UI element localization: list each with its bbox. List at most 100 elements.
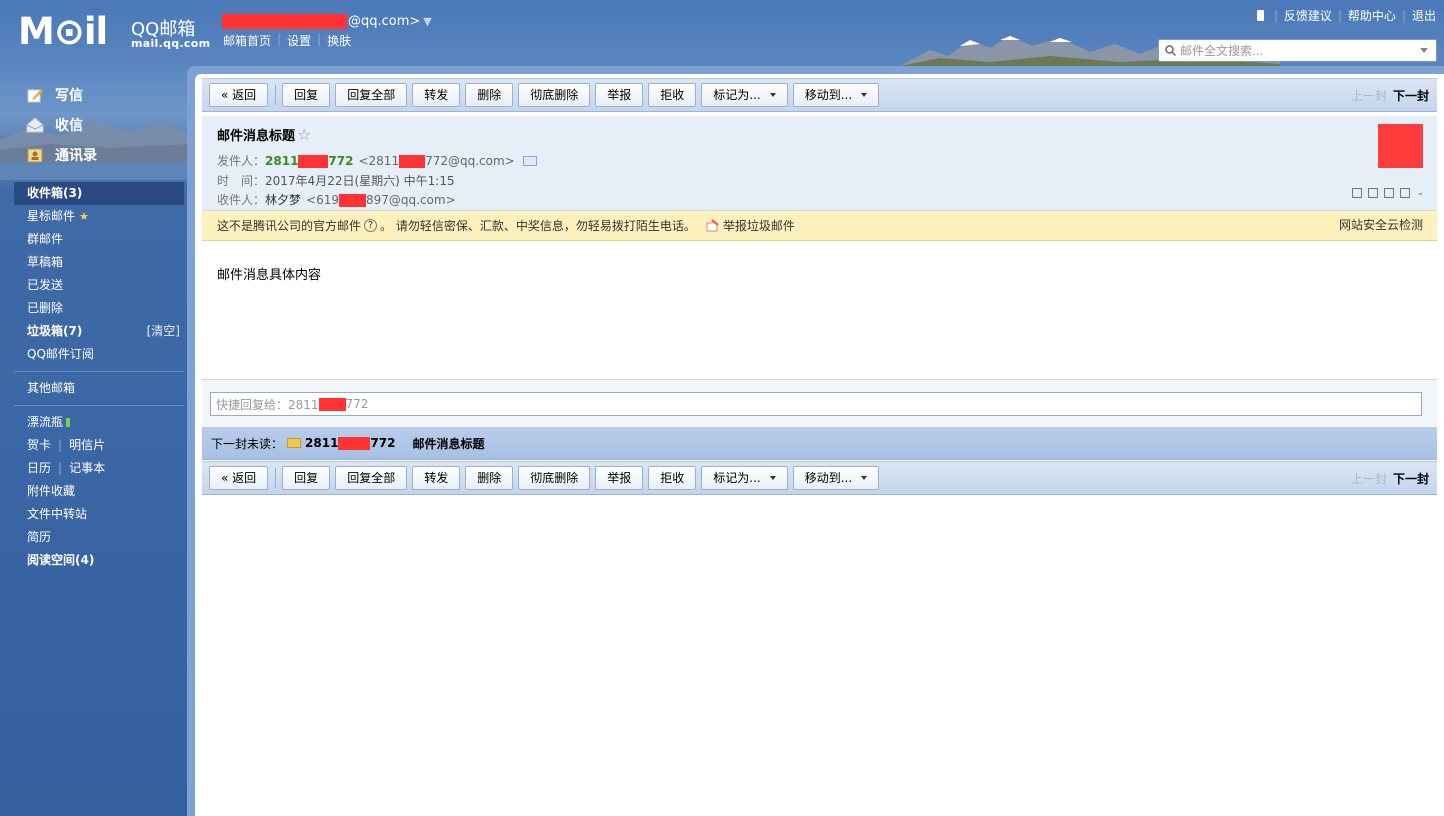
folder-label: 群邮件 xyxy=(27,232,64,246)
sidebar-item-reading-space[interactable]: 阅读空间(4) xyxy=(14,549,184,572)
report-button[interactable]: 举报 xyxy=(595,466,644,490)
folder-label: QQ邮件订阅 xyxy=(27,347,94,361)
sidebar-item-resume[interactable]: 简历 xyxy=(14,526,184,549)
chevron-down-icon[interactable]: ⌄ xyxy=(1416,188,1424,198)
sidebar-item-attachments[interactable]: 附件收藏 xyxy=(14,480,184,503)
mark-as-label: 标记为... xyxy=(713,471,761,485)
account-suffix: @qq.com> xyxy=(348,14,421,29)
search-box[interactable]: 邮件全文搜索... xyxy=(1158,39,1437,62)
forward-button[interactable]: 转发 xyxy=(412,83,461,107)
recipient-address-part: 897@qq.com> xyxy=(366,192,456,207)
divider: | xyxy=(317,32,322,46)
delete-button[interactable]: 删除 xyxy=(465,466,514,490)
folder-label: 漂流瓶 xyxy=(27,415,64,429)
prev-mail-link[interactable]: 上一封 xyxy=(1351,87,1387,104)
popup-icon[interactable] xyxy=(1368,188,1379,198)
move-to-dropdown[interactable]: 移动到... xyxy=(792,466,880,490)
help-question-icon[interactable]: ? xyxy=(364,219,378,232)
sidebar-item-drafts[interactable]: 草稿箱 xyxy=(14,251,184,274)
sidebar-item-sent[interactable]: 已发送 xyxy=(14,274,184,297)
sidebar-item-deleted[interactable]: 已删除 xyxy=(14,297,184,320)
forward-button[interactable]: 转发 xyxy=(412,466,461,490)
sidebar-item-group[interactable]: 群邮件 xyxy=(14,228,184,251)
sender-name[interactable]: 2811 772 xyxy=(265,154,353,168)
sender-address: <2811 772@qq.com> xyxy=(358,154,515,168)
mark-as-dropdown[interactable]: 标记为... xyxy=(701,466,788,490)
greeting-card-link[interactable]: 贺卡 xyxy=(27,438,51,452)
delete-button[interactable]: 删除 xyxy=(465,83,514,107)
mark-as-dropdown[interactable]: 标记为... xyxy=(701,83,788,107)
account-switcher[interactable]: @qq.com> ▼ xyxy=(222,14,432,29)
reply-all-button[interactable]: 回复全部 xyxy=(335,466,408,490)
reply-all-button[interactable]: 回复全部 xyxy=(335,83,408,107)
sidebar-item-drift-bottle[interactable]: 漂流瓶 xyxy=(14,411,184,434)
recipient-name[interactable]: 林夕梦 xyxy=(265,191,301,208)
settings-link[interactable]: 设置 xyxy=(287,32,311,49)
help-center-link[interactable]: 帮助中心 xyxy=(1348,7,1396,24)
chevron-down-icon xyxy=(861,476,868,480)
envelope-icon xyxy=(287,438,302,448)
next-mail-link[interactable]: 下一封 xyxy=(1393,470,1429,487)
next-unread-sender[interactable]: 2811 772 xyxy=(305,436,395,450)
delete-permanently-button[interactable]: 彻底删除 xyxy=(518,466,591,490)
sidebar-item-cards: 贺卡 | 明信片 xyxy=(14,434,184,457)
sidebar-item-spam[interactable]: 垃圾箱(7) [清空] xyxy=(14,320,184,343)
reject-button[interactable]: 拒收 xyxy=(648,83,697,107)
phone-icon[interactable] xyxy=(1256,10,1264,21)
compose-button[interactable]: 写信 xyxy=(26,80,97,110)
search-dropdown-icon[interactable] xyxy=(1420,48,1428,53)
contacts-button[interactable]: 通讯录 xyxy=(26,140,97,170)
save-icon[interactable] xyxy=(1384,188,1395,198)
divider: | xyxy=(1337,8,1342,23)
postcard-link[interactable]: 明信片 xyxy=(69,438,105,452)
sidebar-item-inbox[interactable]: 收件箱(3) xyxy=(14,182,184,205)
contacts-label: 通讯录 xyxy=(55,148,97,164)
print-icon[interactable] xyxy=(1400,188,1411,198)
sender-avatar[interactable] xyxy=(1378,124,1423,168)
divider xyxy=(14,405,184,406)
sidebar-item-calendar: 日历 | 记事本 xyxy=(14,457,184,480)
divider: | xyxy=(1401,8,1406,23)
sidebar-item-other-mailbox[interactable]: 其他邮箱 xyxy=(14,377,184,400)
chevron-down-icon xyxy=(769,476,776,480)
next-mail-link[interactable]: 下一封 xyxy=(1393,87,1429,104)
calendar-link[interactable]: 日历 xyxy=(27,461,51,475)
report-spam-link[interactable]: 举报垃圾邮件 xyxy=(723,217,795,234)
prev-mail-link[interactable]: 上一封 xyxy=(1351,470,1387,487)
sidebar-item-file-transfer[interactable]: 文件中转站 xyxy=(14,503,184,526)
delete-permanently-button[interactable]: 彻底删除 xyxy=(518,83,591,107)
next-unread-bar: 下一封未读： 2811 772 邮件消息标题 xyxy=(202,427,1437,460)
chevron-down-icon: ▼ xyxy=(423,15,432,28)
empty-spam-link[interactable]: [清空] xyxy=(147,320,180,343)
reply-button[interactable]: 回复 xyxy=(282,466,331,490)
divider xyxy=(275,468,277,488)
report-button[interactable]: 举报 xyxy=(595,83,644,107)
receive-button[interactable]: 收信 xyxy=(26,110,97,140)
star-icon: ★ xyxy=(79,210,89,223)
search-input[interactable]: 邮件全文搜索... xyxy=(1180,42,1420,59)
next-unread-subject[interactable]: 邮件消息标题 xyxy=(412,435,484,452)
security-check-link[interactable]: 网站安全云检测 xyxy=(1339,211,1423,240)
folder-label: 附件收藏 xyxy=(27,484,76,498)
move-to-dropdown[interactable]: 移动到... xyxy=(792,83,880,107)
notes-link[interactable]: 记事本 xyxy=(69,461,105,475)
back-button[interactable]: « 返回 xyxy=(209,83,269,107)
sender-part: 2811 xyxy=(305,436,339,450)
reply-button[interactable]: 回复 xyxy=(282,83,331,107)
recipient-address: <619 897@qq.com> xyxy=(306,193,456,207)
folder-label: 阅读空间(4) xyxy=(27,553,95,567)
sidebar-item-subscription[interactable]: QQ邮件订阅 xyxy=(14,343,184,366)
quick-reply-input[interactable]: 快捷回复给：2811 772 xyxy=(210,392,1422,416)
mailbox-home-link[interactable]: 邮箱首页 xyxy=(223,32,271,49)
qq-mail-logo[interactable]: M⊙il QQ邮箱 mail.qq.com xyxy=(18,12,210,52)
feedback-link[interactable]: 反馈建议 xyxy=(1284,7,1332,24)
star-outline-icon[interactable]: ☆ xyxy=(297,125,311,144)
change-skin-link[interactable]: 换肤 xyxy=(327,32,351,49)
back-button[interactable]: « 返回 xyxy=(209,466,269,490)
sidebar-item-starred[interactable]: 星标邮件 ★ xyxy=(14,205,184,228)
contact-card-icon[interactable] xyxy=(522,155,537,166)
new-window-icon[interactable] xyxy=(1352,188,1363,198)
reject-button[interactable]: 拒收 xyxy=(648,466,697,490)
logout-link[interactable]: 退出 xyxy=(1412,7,1436,24)
top-links: 邮箱首页 | 设置 | 换肤 xyxy=(223,32,351,49)
